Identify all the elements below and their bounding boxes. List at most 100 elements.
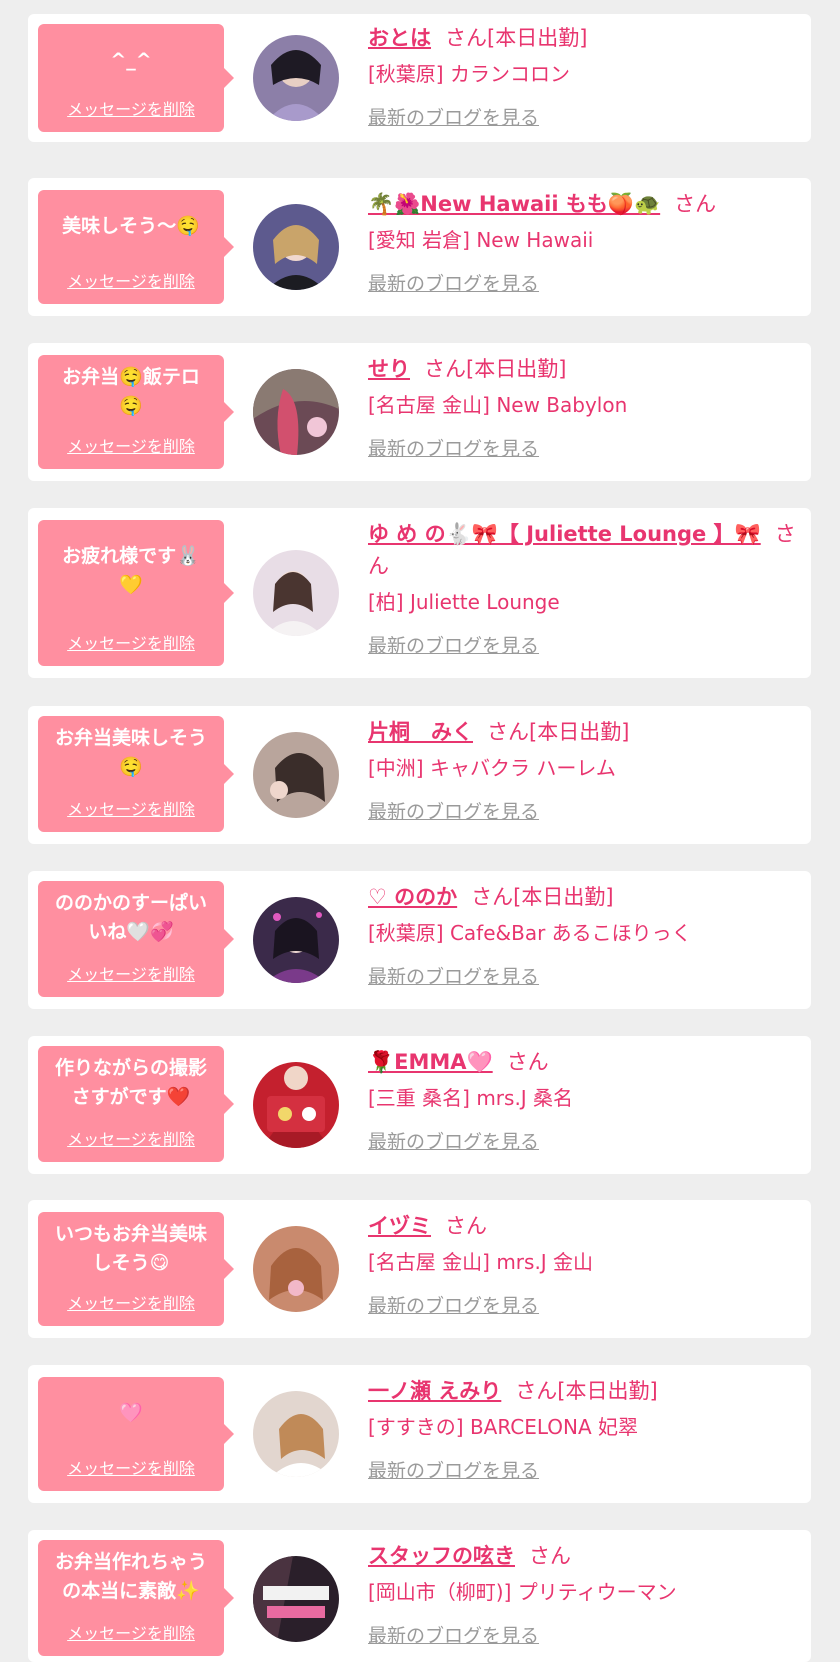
shop-name: [すすきの] BARCELONA 妃翠: [368, 1415, 639, 1439]
honorific-text: さん[本日出勤]: [515, 1379, 658, 1403]
delete-message-link[interactable]: メッセージを削除: [38, 1126, 224, 1150]
delete-message-link[interactable]: メッセージを削除: [38, 1620, 224, 1644]
girl-info: 片桐 みく さん[本日出勤] [中洲] キャバクラ ハーレム 最新のブログを見る: [368, 716, 801, 826]
avatar-image: [253, 35, 339, 121]
list-item: 作りながらの撮影さすがです❤️ メッセージを削除 🌹EMMA🩷 さん [三重 桑名…: [28, 1036, 811, 1174]
message-text: 作りながらの撮影さすがです❤️: [54, 1057, 207, 1108]
girl-info: イヅミ さん [名古屋 金山] mrs.J 金山 最新のブログを見る: [368, 1210, 801, 1320]
girl-name-link[interactable]: せり: [368, 357, 410, 381]
shop-name: [名古屋 金山] mrs.J 金山: [368, 1250, 594, 1274]
girl-name-link[interactable]: イヅミ: [368, 1214, 431, 1238]
avatar[interactable]: [253, 369, 339, 455]
avatar-image: [253, 1391, 339, 1477]
latest-blog-link[interactable]: 最新のブログを見る: [368, 632, 539, 660]
name-line: せり さん[本日出勤]: [368, 353, 801, 385]
delete-message-link[interactable]: メッセージを削除: [38, 1290, 224, 1314]
honorific-text: さん: [529, 1544, 571, 1568]
honorific-text: さん: [445, 1214, 487, 1238]
message-text: 美味しそう〜🤤: [62, 215, 200, 237]
honorific-text: さん[本日出勤]: [471, 885, 614, 909]
shop-name: [三重 桑名] mrs.J 桑名: [368, 1086, 574, 1110]
avatar-image: [253, 1226, 339, 1312]
shop-name: [名古屋 金山] New Babylon: [368, 393, 628, 417]
delete-message-link[interactable]: メッセージを削除: [38, 796, 224, 820]
latest-blog-link[interactable]: 最新のブログを見る: [368, 963, 539, 991]
name-line: ゆ め の🐇🎀【 Juliette Lounge 】🎀 さん: [368, 518, 801, 582]
girl-info: ♡ ののか さん[本日出勤] [秋葉原] Cafe&Bar あるこほりっく 最新の…: [368, 881, 801, 991]
message-bubble: お弁当🤤飯テロ🤤 メッセージを削除: [38, 355, 234, 469]
girl-info: 🌹EMMA🩷 さん [三重 桑名] mrs.J 桑名 最新のブログを見る: [368, 1046, 801, 1156]
girl-name-link[interactable]: 一ノ瀬 えみり: [368, 1379, 501, 1403]
avatar-image: [253, 204, 339, 290]
delete-message-link[interactable]: メッセージを削除: [38, 268, 224, 292]
girl-info: 一ノ瀬 えみり さん[本日出勤] [すすきの] BARCELONA 妃翠 最新のブ…: [368, 1375, 801, 1485]
delete-message-link[interactable]: メッセージを削除: [38, 630, 224, 654]
girl-info: 🌴🌺New Hawaii もも🍑🐢 さん [愛知 岩倉] New Hawaii 最…: [368, 188, 801, 298]
avatar[interactable]: [253, 1556, 339, 1642]
latest-blog-link[interactable]: 最新のブログを見る: [368, 1457, 539, 1485]
name-line: 片桐 みく さん[本日出勤]: [368, 716, 801, 748]
avatar-image: [253, 1556, 339, 1642]
girl-info: スタッフの呟き さん [岡山市（柳町)] プリティウーマン 最新のブログを見る: [368, 1540, 801, 1650]
avatar[interactable]: [253, 1226, 339, 1312]
girl-name-link[interactable]: おとは: [368, 26, 431, 50]
avatar[interactable]: [253, 204, 339, 290]
delete-message-link[interactable]: メッセージを削除: [38, 1455, 224, 1479]
message-text: いつもお弁当美味しそう😋: [54, 1223, 207, 1274]
girl-name-link[interactable]: ♡ ののか: [368, 885, 457, 909]
message-bubble: ^_^ メッセージを削除: [38, 24, 234, 132]
girl-info: おとは さん[本日出勤] [秋葉原] カランコロン 最新のブログを見る: [368, 22, 801, 132]
message-text: お疲れ様です🐰💛: [62, 545, 200, 596]
girl-name-link[interactable]: スタッフの呟き: [368, 1544, 515, 1568]
message-bubble: 作りながらの撮影さすがです❤️ メッセージを削除: [38, 1046, 234, 1162]
avatar-image: [253, 1062, 339, 1148]
name-line: イヅミ さん: [368, 1210, 801, 1242]
list-item: 🩷 メッセージを削除 一ノ瀬 えみり さん[本日出勤] [すすきの] BARCEL…: [28, 1365, 811, 1503]
avatar-image: [253, 369, 339, 455]
avatar[interactable]: [253, 732, 339, 818]
message-text: 🩷: [119, 1402, 143, 1424]
message-bubble: お弁当作れちゃうの本当に素敵✨ メッセージを削除: [38, 1540, 234, 1656]
latest-blog-link[interactable]: 最新のブログを見る: [368, 104, 539, 132]
avatar-image: [253, 897, 339, 983]
avatar[interactable]: [253, 1391, 339, 1477]
avatar[interactable]: [253, 1062, 339, 1148]
girl-name-link[interactable]: 🌹EMMA🩷: [368, 1050, 493, 1074]
shop-name: [秋葉原] Cafe&Bar あるこほりっく: [368, 921, 692, 945]
shop-name: [岡山市（柳町)] プリティウーマン: [368, 1580, 677, 1604]
girl-name-link[interactable]: 🌴🌺New Hawaii もも🍑🐢: [368, 192, 660, 216]
shop-name: [愛知 岩倉] New Hawaii: [368, 228, 594, 252]
girl-name-link[interactable]: 片桐 みく: [368, 720, 473, 744]
shop-name: [中洲] キャバクラ ハーレム: [368, 756, 616, 780]
delete-message-link[interactable]: メッセージを削除: [38, 961, 224, 985]
honorific-text: さん: [674, 192, 717, 216]
list-item: いつもお弁当美味しそう😋 メッセージを削除 イヅミ さん [名古屋 金山] mrs…: [28, 1200, 811, 1338]
delete-message-link[interactable]: メッセージを削除: [38, 433, 224, 457]
latest-blog-link[interactable]: 最新のブログを見る: [368, 435, 539, 463]
delete-message-link[interactable]: メッセージを削除: [38, 96, 224, 120]
latest-blog-link[interactable]: 最新のブログを見る: [368, 798, 539, 826]
message-list: ^_^ メッセージを削除 おとは さん[本日出勤] [秋葉原] カランコロン 最新…: [0, 0, 840, 1662]
message-bubble: ののかのすーぱいいね🤍💞 メッセージを削除: [38, 881, 234, 997]
avatar[interactable]: [253, 550, 339, 636]
latest-blog-link[interactable]: 最新のブログを見る: [368, 1128, 539, 1156]
list-item: お疲れ様です🐰💛 メッセージを削除 ゆ め の🐇🎀【 Juliette Loun…: [28, 508, 811, 678]
message-bubble: お疲れ様です🐰💛 メッセージを削除: [38, 520, 234, 666]
honorific-text: さん[本日出勤]: [445, 26, 588, 50]
shop-name: [秋葉原] カランコロン: [368, 62, 570, 86]
latest-blog-link[interactable]: 最新のブログを見る: [368, 1622, 539, 1650]
name-line: 一ノ瀬 えみり さん[本日出勤]: [368, 1375, 801, 1407]
latest-blog-link[interactable]: 最新のブログを見る: [368, 270, 539, 298]
list-item: お弁当美味しそう🤤 メッセージを削除 片桐 みく さん[本日出勤] [中洲] キャ…: [28, 706, 811, 844]
girl-name-link[interactable]: ゆ め の🐇🎀【 Juliette Lounge 】🎀: [368, 522, 761, 546]
message-text: ののかのすーぱいいね🤍💞: [54, 892, 207, 943]
honorific-text: さん[本日出勤]: [487, 720, 630, 744]
message-bubble: 美味しそう〜🤤 メッセージを削除: [38, 190, 234, 304]
latest-blog-link[interactable]: 最新のブログを見る: [368, 1292, 539, 1320]
avatar[interactable]: [253, 35, 339, 121]
message-text: お弁当美味しそう🤤: [54, 727, 207, 778]
list-item: お弁当🤤飯テロ🤤 メッセージを削除 せり さん[本日出勤] [名古屋 金山] Ne…: [28, 343, 811, 481]
avatar[interactable]: [253, 897, 339, 983]
avatar-image: [253, 550, 339, 636]
list-item: 美味しそう〜🤤 メッセージを削除 🌴🌺New Hawaii もも🍑🐢 さん [愛知…: [28, 178, 811, 316]
